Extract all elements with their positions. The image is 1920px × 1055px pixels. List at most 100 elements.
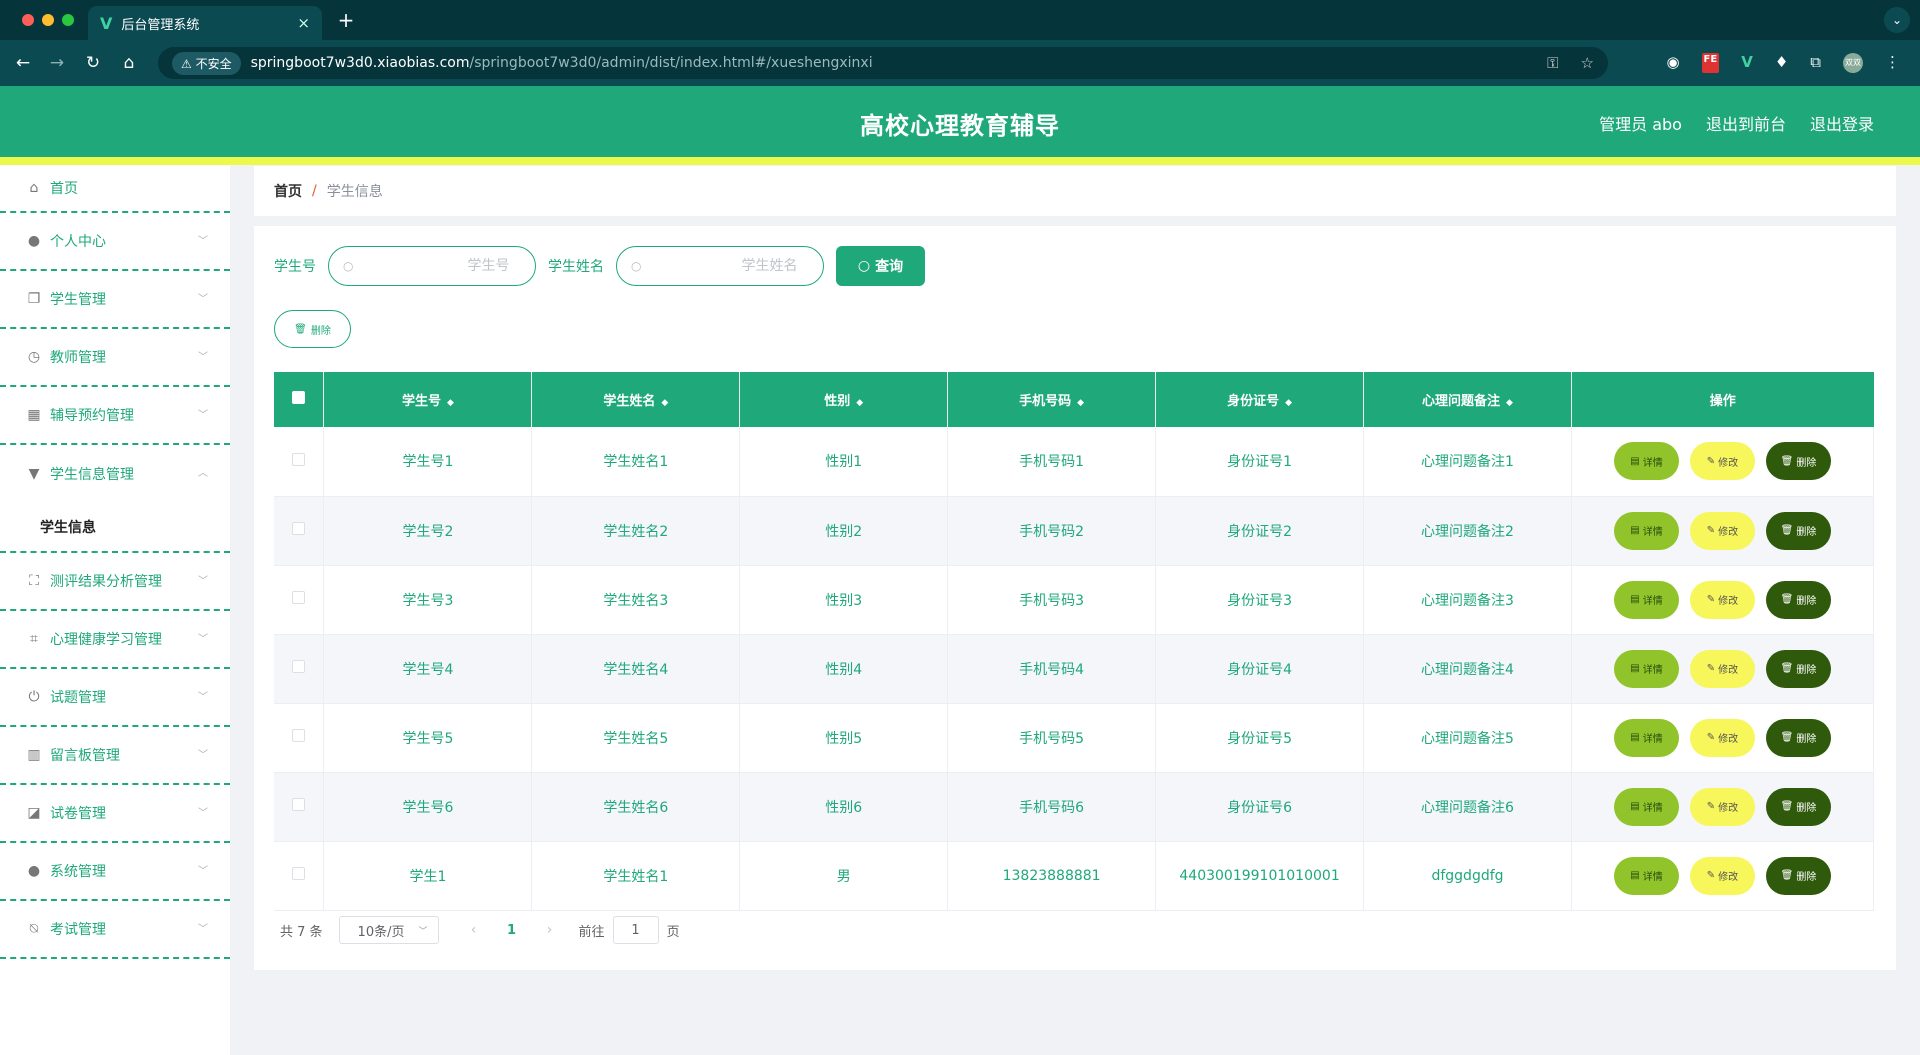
row-checkbox[interactable] — [292, 522, 306, 535]
profile-avatar[interactable]: 双双 — [1843, 53, 1863, 73]
vue-logo-icon: V — [100, 13, 113, 33]
column-header[interactable]: 手机号码 ◆ — [947, 372, 1157, 427]
trash-icon: 🗑 — [1780, 801, 1794, 812]
extension-vue-icon[interactable]: V — [1741, 53, 1753, 73]
query-button[interactable]: ○ 查询 — [836, 246, 925, 286]
row-checkbox[interactable] — [292, 798, 306, 811]
new-tab-button[interactable]: + — [334, 8, 358, 32]
sort-icon[interactable]: ◆ — [661, 398, 668, 408]
window-zoom-button[interactable] — [62, 14, 74, 26]
insecure-badge[interactable]: ⚠ 不安全 — [172, 51, 241, 75]
row-checkbox[interactable] — [292, 591, 306, 604]
column-header[interactable]: 学生姓名 ◆ — [531, 372, 741, 427]
edit-button[interactable]: ✎ 修改 — [1689, 511, 1755, 550]
extensions-puzzle-icon[interactable]: ⧉ — [1810, 53, 1821, 73]
table-cell-gender: 性别3 — [739, 565, 949, 635]
sidebar-item-appointments[interactable]: ▦ 辅导预约管理 ﹀ — [0, 387, 230, 445]
sidebar-item-assessment[interactable]: ⛶ 测评结果分析管理 ﹀ — [0, 553, 230, 611]
row-checkbox[interactable] — [292, 452, 306, 466]
detail-button[interactable]: ▤ 详情 — [1613, 649, 1679, 688]
page-size-select[interactable]: 10条/页 ﹀ — [338, 916, 439, 944]
sidebar-item-questions[interactable]: ⏻ 试题管理 ﹀ — [0, 669, 230, 727]
sidebar-item-learning[interactable]: ⌗ 心理健康学习管理 ﹀ — [0, 611, 230, 669]
sidebar-item-students[interactable]: ❐ 学生管理 ﹀ — [0, 271, 230, 329]
key-icon[interactable]: ⚿ — [1547, 54, 1558, 72]
table-cell-note: 心理问题备注3 — [1363, 565, 1572, 635]
goto-page-input[interactable] — [612, 916, 659, 944]
row-checkbox[interactable] — [292, 660, 306, 673]
edit-button[interactable]: ✎ 修改 — [1689, 856, 1755, 895]
sidebar-item-home[interactable]: ⌂ 首页 — [0, 165, 230, 213]
row-checkbox[interactable] — [292, 729, 306, 742]
column-header[interactable]: 性别 ◆ — [739, 372, 949, 427]
forward-arrow-icon[interactable]: → — [46, 52, 68, 74]
reload-icon[interactable]: ↻ — [82, 52, 104, 74]
sort-icon[interactable]: ◆ — [447, 398, 454, 408]
back-to-front-link[interactable]: 退出到前台 — [1706, 111, 1786, 135]
column-header[interactable]: 学生号 ◆ — [323, 372, 533, 427]
sidebar-item-exams[interactable]: ⍉ 考试管理 ﹀ — [0, 901, 230, 959]
sidebar-item-messages[interactable]: ▥ 留言板管理 ﹀ — [0, 727, 230, 785]
sidebar-item-student-info[interactable]: ▼ 学生信息管理 ︿ — [0, 445, 230, 503]
bookmark-star-icon[interactable]: ☆ — [1581, 54, 1594, 72]
detail-button[interactable]: ▤ 详情 — [1613, 511, 1679, 550]
chevron-down-icon: ﹀ — [198, 294, 208, 305]
tab-search-chevron-icon[interactable]: ⌄ — [1884, 7, 1910, 33]
delete-button[interactable]: 🗑 删除 — [1765, 511, 1831, 550]
logout-link[interactable]: 退出登录 — [1810, 111, 1874, 135]
row-checkbox[interactable] — [292, 867, 306, 880]
student-name-search[interactable]: ○ — [616, 246, 824, 286]
student-id-input[interactable] — [359, 258, 510, 274]
sidebar-subitem-student-info[interactable]: 学生信息 — [0, 503, 230, 553]
student-id-search[interactable]: ○ — [328, 246, 536, 286]
tab-close-icon[interactable]: × — [297, 14, 310, 32]
window-close-button[interactable] — [22, 14, 34, 26]
edit-button[interactable]: ✎ 修改 — [1689, 718, 1755, 757]
row-select-cell — [274, 703, 325, 773]
column-header[interactable]: 身份证号 ◆ — [1155, 372, 1365, 427]
detail-button[interactable]: ▤ 详情 — [1613, 580, 1679, 619]
sidebar-item-teachers[interactable]: ◷ 教师管理 ﹀ — [0, 329, 230, 387]
address-bar[interactable]: ⚠ 不安全 springboot7w3d0.xiaobias.com/sprin… — [158, 47, 1608, 79]
sort-icon[interactable]: ◆ — [1506, 398, 1513, 408]
edit-button[interactable]: ✎ 修改 — [1689, 787, 1755, 826]
delete-button[interactable]: 🗑 删除 — [1765, 580, 1831, 619]
batch-delete-button[interactable]: 🗑 删除 — [274, 310, 351, 348]
back-arrow-icon[interactable]: ← — [12, 52, 34, 74]
detail-button[interactable]: ▤ 详情 — [1613, 718, 1679, 757]
extension-owl-icon[interactable]: ◉ — [1666, 53, 1679, 73]
extension-pin-icon[interactable]: ♦ — [1775, 53, 1788, 73]
delete-button[interactable]: 🗑 删除 — [1765, 856, 1831, 895]
sidebar-item-system[interactable]: ● 系统管理 ﹀ — [0, 843, 230, 901]
delete-button[interactable]: 🗑 删除 — [1765, 718, 1831, 757]
detail-button[interactable]: ▤ 详情 — [1613, 856, 1679, 895]
breadcrumb-home[interactable]: 首页 — [274, 181, 302, 201]
detail-button[interactable]: ▤ 详情 — [1613, 787, 1679, 826]
goto-prefix: 前往 — [578, 924, 605, 940]
home-icon[interactable]: ⌂ — [118, 52, 140, 74]
column-header[interactable]: 心理问题备注 ◆ — [1363, 372, 1572, 427]
delete-button[interactable]: 🗑 删除 — [1765, 442, 1831, 481]
detail-button[interactable]: ▤ 详情 — [1613, 442, 1679, 481]
select-all-checkbox[interactable] — [292, 391, 306, 404]
page-number[interactable]: 1 — [497, 923, 527, 938]
sort-icon[interactable]: ◆ — [856, 398, 863, 408]
extension-fe-icon[interactable]: FE — [1701, 53, 1720, 73]
browser-menu-icon[interactable]: ⋮ — [1885, 53, 1900, 73]
table-cell-gender: 性别5 — [739, 703, 949, 773]
browser-tab[interactable]: V 后台管理系统 × — [88, 6, 322, 40]
edit-button[interactable]: ✎ 修改 — [1689, 442, 1755, 481]
prev-page-icon[interactable]: ‹ — [459, 922, 489, 938]
sidebar-item-profile[interactable]: ● 个人中心 ﹀ — [0, 213, 230, 271]
delete-button[interactable]: 🗑 删除 — [1765, 787, 1831, 826]
student-name-input[interactable] — [647, 258, 798, 274]
chevron-down-icon: ﹀ — [198, 410, 208, 421]
edit-button[interactable]: ✎ 修改 — [1689, 649, 1755, 688]
edit-button[interactable]: ✎ 修改 — [1689, 580, 1755, 619]
sidebar-item-papers[interactable]: ◪ 试卷管理 ﹀ — [0, 785, 230, 843]
next-page-icon[interactable]: › — [535, 922, 565, 938]
sort-icon[interactable]: ◆ — [1285, 398, 1292, 408]
delete-button[interactable]: 🗑 删除 — [1765, 649, 1831, 688]
sort-icon[interactable]: ◆ — [1077, 398, 1084, 408]
window-minimize-button[interactable] — [42, 14, 54, 26]
